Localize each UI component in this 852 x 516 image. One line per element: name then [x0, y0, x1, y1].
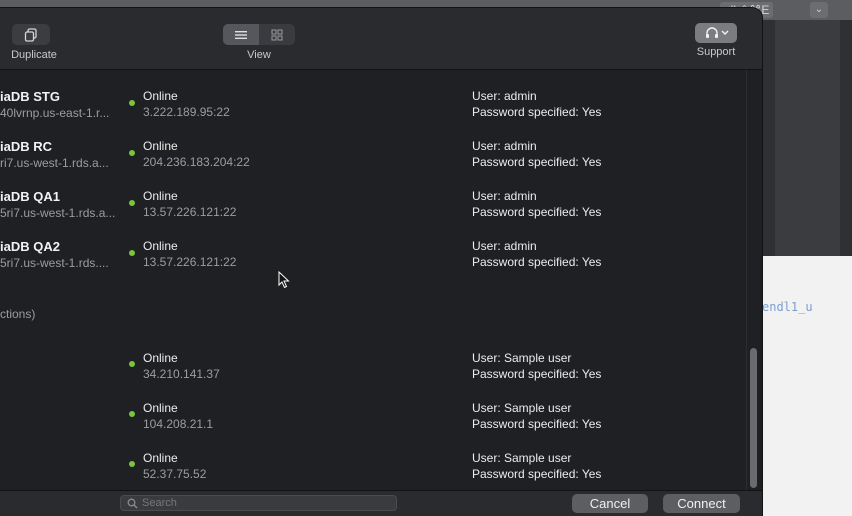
connection-password-status: Password specified: Yes [472, 105, 602, 119]
connection-status: Online [143, 351, 178, 365]
connection-address: 52.37.75.52 [143, 467, 207, 481]
connection-address: 3.222.189.95:22 [143, 105, 230, 119]
connection-status: Online [143, 89, 178, 103]
connection-row[interactable]: Online 34.210.141.37 User: Sample user P… [0, 325, 746, 381]
connect-button[interactable]: Connect [663, 494, 740, 513]
connection-status: Online [143, 239, 178, 253]
online-status-dot-icon [129, 200, 135, 206]
view-mode-segmented-control[interactable] [223, 24, 295, 45]
connection-user: User: admin [472, 139, 537, 153]
chevron-down-icon [721, 30, 728, 35]
list-icon [235, 30, 247, 39]
connection-row[interactable]: iaDB QA1 5ri7.us-west-1.rds.a... Online … [0, 170, 746, 220]
view-label: View [247, 49, 271, 61]
connection-row[interactable]: iaDB RC ri7.us-west-1.rds.a... Online 20… [0, 120, 746, 170]
online-status-dot-icon [129, 250, 135, 256]
search-field[interactable] [120, 495, 397, 511]
connection-name: iaDB QA1 [0, 189, 60, 204]
grid-view-button[interactable] [259, 24, 295, 45]
connection-address: 204.236.183.204:22 [143, 155, 250, 169]
duplicate-icon [24, 27, 37, 42]
search-input[interactable] [138, 497, 382, 509]
connection-host: 40lvrnp.us-east-1.r... [0, 106, 110, 120]
connection-list: iaDB STG 40lvrnp.us-east-1.r... Online 3… [0, 70, 746, 490]
list-view-button[interactable] [223, 24, 259, 45]
connection-row[interactable]: iaDB QA2 5ri7.us-west-1.rds.... Online 1… [0, 220, 746, 270]
connection-address: 13.57.226.121:22 [143, 205, 237, 219]
group-header: ctions) [0, 307, 36, 321]
connection-address: 13.57.226.121:22 [143, 255, 237, 269]
connection-user: User: admin [472, 189, 537, 203]
connection-status: Online [143, 451, 178, 465]
headset-icon [705, 27, 718, 38]
connection-name: iaDB QA2 [0, 239, 60, 254]
search-icon [127, 498, 138, 508]
online-status-dot-icon [129, 361, 135, 367]
connection-user: User: Sample user [472, 351, 572, 365]
connection-row[interactable]: Online 52.37.75.52 User: Sample user Pas… [0, 425, 746, 481]
mouse-cursor-icon [278, 271, 290, 289]
dialog-footer: Cancel Connect [0, 490, 762, 516]
background-link-text: endl1_u [762, 300, 813, 314]
connection-user: User: admin [472, 89, 537, 103]
connection-status: Online [143, 139, 178, 153]
connection-row[interactable]: Online 104.208.21.1 User: Sample user Pa… [0, 375, 746, 431]
connection-password-status: Password specified: Yes [472, 205, 602, 219]
connection-name: iaDB STG [0, 89, 60, 104]
duplicate-button[interactable] [12, 24, 50, 45]
connection-status: Online [143, 189, 178, 203]
toolbar: Duplicate View Support [0, 8, 762, 70]
connection-host: 5ri7.us-west-1.rds.... [0, 256, 109, 270]
connection-host: 5ri7.us-west-1.rds.a... [0, 206, 116, 220]
duplicate-label: Duplicate [11, 49, 57, 61]
connection-password-status: Password specified: Yes [472, 155, 602, 169]
connection-user: User: Sample user [472, 401, 572, 415]
connection-password-status: Password specified: Yes [472, 467, 602, 481]
background-chevron-icon[interactable]: ⌄ [810, 2, 828, 18]
online-status-dot-icon [129, 461, 135, 467]
scrollbar-thumb[interactable] [750, 348, 757, 488]
background-panel-inner [775, 20, 840, 256]
support-label: Support [696, 46, 736, 58]
connection-manager-dialog: Duplicate View Support iaDB STG 40lvrnp.… [0, 8, 762, 516]
connection-host: ri7.us-west-1.rds.a... [0, 156, 109, 170]
online-status-dot-icon [129, 150, 135, 156]
connection-user: User: Sample user [472, 451, 572, 465]
connection-password-status: Password specified: Yes [472, 255, 602, 269]
connection-row[interactable]: iaDB STG 40lvrnp.us-east-1.r... Online 3… [0, 70, 746, 120]
online-status-dot-icon [129, 100, 135, 106]
connection-name: iaDB RC [0, 139, 53, 154]
online-status-dot-icon [129, 411, 135, 417]
grid-icon [271, 29, 283, 40]
connection-user: User: admin [472, 239, 537, 253]
support-button[interactable] [695, 23, 737, 43]
connection-status: Online [143, 401, 178, 415]
cancel-button[interactable]: Cancel [572, 494, 648, 513]
